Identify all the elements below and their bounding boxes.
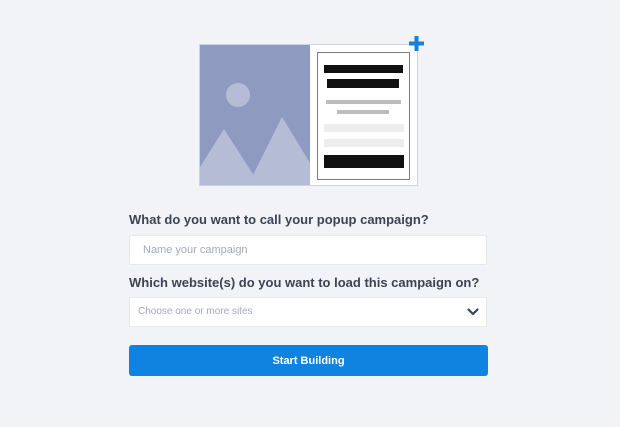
landscape-image-icon xyxy=(200,45,310,185)
popup-field-bar xyxy=(324,124,404,132)
website-select-dropdown[interactable]: Choose one or more sites xyxy=(129,297,487,327)
popup-text-bar xyxy=(326,100,401,104)
popup-headline-bar xyxy=(324,65,403,73)
popup-text-bar xyxy=(337,110,389,114)
popup-button-bar xyxy=(324,155,404,168)
campaign-name-field[interactable] xyxy=(129,235,487,265)
campaign-name-label: What do you want to call your popup camp… xyxy=(129,212,429,227)
website-select-placeholder: Choose one or more sites xyxy=(138,306,253,317)
popup-illustration xyxy=(199,44,418,186)
website-select-label: Which website(s) do you want to load thi… xyxy=(129,275,480,290)
create-campaign-page: What do you want to call your popup camp… xyxy=(0,0,620,427)
popup-preview xyxy=(317,52,410,180)
popup-field-bar xyxy=(324,139,404,147)
plus-icon xyxy=(409,36,424,51)
campaign-name-input[interactable] xyxy=(130,236,486,264)
start-building-button[interactable]: Start Building xyxy=(129,345,488,376)
popup-headline-bar xyxy=(327,79,399,88)
chevron-down-icon[interactable] xyxy=(467,307,479,317)
